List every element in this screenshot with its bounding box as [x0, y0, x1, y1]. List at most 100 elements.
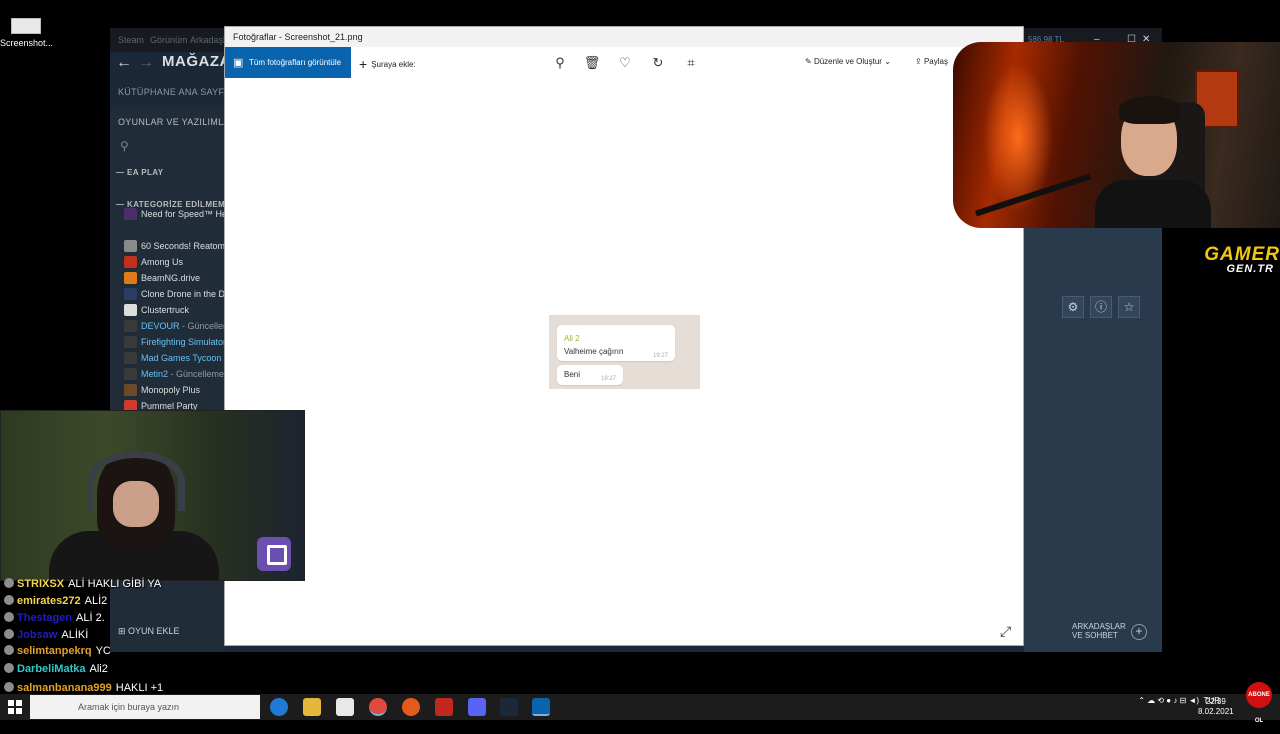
friends-chat-button[interactable]: ARKADAŞLAR VE SOHBET [1072, 622, 1126, 640]
add-game-button[interactable]: ⊞ OYUN EKLE [118, 626, 180, 637]
desktop-icon-label: Screenshot... [0, 38, 54, 48]
add-game-label: OYUN EKLE [128, 626, 180, 636]
section-ea-play[interactable]: — EA PLAY [116, 168, 163, 177]
game-list-item[interactable]: BeamNG.drive [124, 272, 228, 286]
screenshot-image: Ali 2 Valheime çağırın 19:27 Beni 19:27 [549, 315, 700, 389]
delete-icon[interactable]: 🗑 [583, 54, 601, 72]
search-placeholder: Aramak için buraya yazın [78, 702, 180, 712]
windows-taskbar: Aramak için buraya yazın ⌃ ☁ ⟲ ● ♪ ⊟ ◄) … [0, 694, 1280, 720]
game-icon [124, 288, 137, 300]
favorite-star-icon[interactable]: ☆ [1118, 296, 1140, 318]
tray-icons: ⌃ ☁ ⟲ ● ♪ ⊟ ◄) [1138, 696, 1204, 705]
friends-label-2: VE SOHBET [1072, 631, 1118, 640]
person-hair [1119, 96, 1181, 124]
game-list-item[interactable]: Clustertruck [124, 304, 228, 318]
chat-time: 19:27 [601, 376, 617, 382]
favorite-icon[interactable]: ♡ [616, 54, 634, 72]
discord-icon[interactable] [468, 698, 486, 716]
store-icon[interactable] [336, 698, 354, 716]
chat-bubble: Beni 19:27 [557, 365, 623, 385]
chat-message: ALİ HAKLI GİBİ YA [68, 578, 162, 590]
game-icon [124, 352, 137, 364]
menu-view[interactable]: Görünüm [150, 35, 188, 45]
search-icon[interactable]: ⚲ [120, 139, 129, 153]
chat-message: ALİKİ [61, 629, 89, 641]
edit-create-dropdown[interactable]: ✎ Düzenle ve Oluştur ⌄ [805, 57, 891, 66]
game-list-item[interactable]: Monopoly Plus [124, 384, 228, 398]
library-home-link[interactable]: KÜTÜPHANE ANA SAYFASI [118, 87, 239, 97]
nav-store[interactable]: MAĞAZA [162, 53, 231, 70]
game-list-item[interactable]: Metin2 - Güncelleme [124, 368, 228, 382]
webcam-overlay-left [0, 410, 305, 581]
photos-app-window[interactable]: Fotoğraflar - Screenshot_21.png ▣ Tüm fo… [224, 26, 1024, 646]
chat-line: DarbeliMatka Ali2 [4, 663, 108, 675]
game-name: Firefighting Simulator [141, 337, 227, 347]
game-name: 60 Seconds! Reatomized [141, 241, 228, 251]
game-list-item[interactable]: Need for Speed™ Heat [124, 208, 228, 222]
back-arrow-icon[interactable]: ← [116, 54, 132, 72]
meeting-app-icon[interactable] [435, 698, 453, 716]
game-icon [124, 304, 137, 316]
obs-icon[interactable] [402, 698, 420, 716]
menu-steam[interactable]: Steam [118, 35, 144, 45]
section-ea-label: EA PLAY [127, 168, 164, 177]
edit-create-label: Düzenle ve Oluştur [813, 57, 882, 66]
game-status: - Güncelleme [168, 369, 225, 379]
chat-sender: Ali 2 [564, 334, 580, 343]
game-list-item[interactable]: Mad Games Tycoon [124, 352, 228, 366]
chat-message: Beni [564, 370, 581, 379]
info-icon[interactable]: ⓘ [1090, 296, 1112, 318]
steam-icon[interactable] [500, 698, 518, 716]
settings-gear-icon[interactable]: ⚙ [1062, 296, 1084, 318]
chrome-icon[interactable] [369, 698, 387, 716]
game-name: Monopoly Plus [141, 385, 201, 395]
zoom-icon[interactable]: ⚲ [551, 54, 569, 72]
game-detail-panel [1024, 204, 1162, 652]
twitch-logo-icon [257, 537, 291, 571]
chat-message: Valheime çağırın [564, 347, 624, 356]
rotate-icon[interactable]: ↻ [649, 54, 667, 72]
game-icon [124, 320, 137, 332]
chat-line: Thestagen ALİ 2. [4, 612, 105, 624]
view-all-label: Tüm fotoğrafları görüntüle [249, 58, 342, 67]
forward-arrow-icon[interactable]: → [138, 54, 154, 72]
chat-badge-icon [4, 629, 14, 639]
chat-message: HAKLI +1 [115, 682, 164, 694]
share-button[interactable]: ⇪ Paylaş [915, 57, 948, 66]
file-thumbnail-icon [11, 18, 41, 34]
game-icon [124, 384, 137, 396]
person-body [1095, 180, 1211, 228]
chat-username: Thestagen [17, 612, 73, 624]
game-list-item[interactable]: Clone Drone in the Danger Zone [124, 288, 228, 302]
fullscreen-expand-icon[interactable]: ⤢ [1000, 623, 1011, 640]
chat-line: emirates272 ALİ2 [4, 595, 107, 607]
game-list-item[interactable]: DEVOUR - Güncelleme [124, 320, 228, 334]
desktop-file-screenshot[interactable]: Screenshot... [0, 14, 54, 48]
crop-icon[interactable]: ⌗ [682, 54, 700, 72]
game-name: BeamNG.drive [141, 273, 201, 283]
game-list-item[interactable]: Firefighting Simulator [124, 336, 228, 350]
add-friend-icon[interactable]: + [1131, 624, 1147, 640]
chat-line: selimtanpekrq YC [4, 645, 111, 657]
game-list-item[interactable]: 60 Seconds! Reatomized [124, 240, 228, 254]
game-list-item[interactable]: Among Us [124, 256, 228, 270]
games-software-filter[interactable]: OYUNLAR VE YAZILIMLAR [118, 117, 237, 127]
taskbar-search-box[interactable]: Aramak için buraya yazın [30, 695, 260, 719]
chat-badge-icon [4, 682, 14, 692]
game-name: Clustertruck [141, 305, 190, 315]
photos-icon[interactable] [532, 698, 550, 716]
view-all-photos-button[interactable]: ▣ Tüm fotoğrafları görüntüle [225, 47, 351, 78]
file-explorer-icon[interactable] [303, 698, 321, 716]
chat-line: STRIXSX ALİ HAKLI GİBİ YA [4, 578, 161, 590]
edge-icon[interactable] [270, 698, 288, 716]
windows-start-icon[interactable] [8, 700, 22, 714]
chat-line: salmanbanana999 HAKLI +1 [4, 682, 163, 694]
webcam-overlay-right [953, 42, 1280, 228]
share-label: Paylaş [923, 57, 948, 66]
game-name: Among Us [141, 257, 184, 267]
window-title: Fotoğraflar - Screenshot_21.png [233, 32, 363, 42]
game-name: Need for Speed™ Heat [141, 209, 228, 219]
taskbar-clock[interactable]: 22:39 8.02.2021 [1198, 697, 1234, 717]
add-to-button[interactable]: + Şuraya ekle: [359, 56, 416, 72]
chat-message: ALİ 2. [76, 612, 105, 624]
